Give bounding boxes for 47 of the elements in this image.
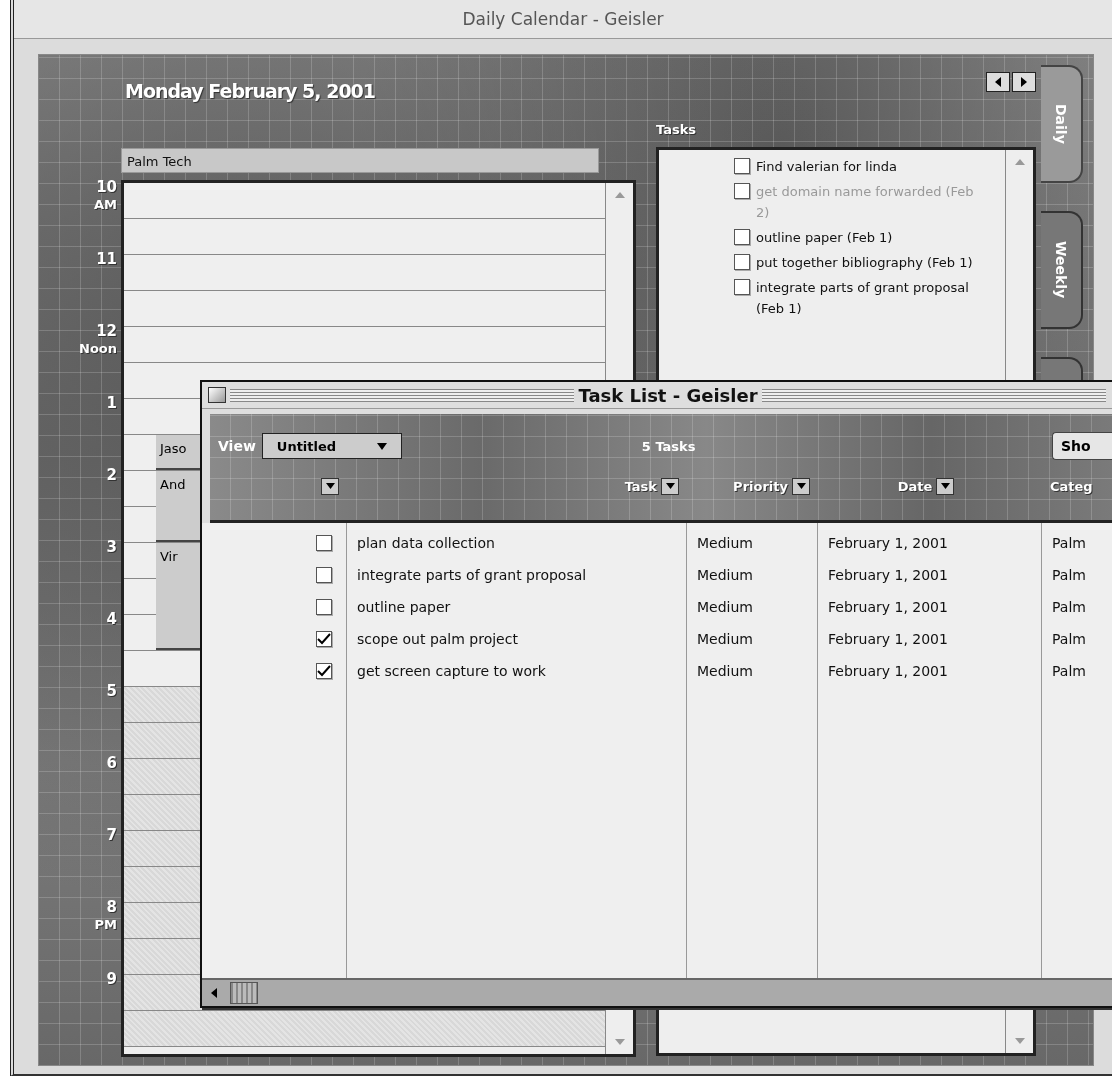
hour-label: 6: [105, 755, 117, 772]
table-cell: Medium: [697, 631, 753, 647]
hour-label: 10: [95, 179, 117, 196]
period-label: PM: [93, 916, 117, 933]
hour-label: 1: [105, 395, 117, 412]
table-cell: February 1, 2001: [828, 631, 948, 647]
table-cell: Palm: [1052, 535, 1086, 551]
table-cell: scope out palm project: [357, 631, 518, 647]
table-cell: Medium: [697, 567, 753, 583]
hour-label: 9: [105, 971, 117, 988]
table-cell: get screen capture to work: [357, 663, 546, 679]
table-cell: integrate parts of grant proposal: [357, 567, 587, 583]
table-cell: outline paper: [357, 599, 451, 615]
table-cell: plan data collection: [357, 535, 495, 551]
hour-label: 12: [95, 323, 117, 340]
tasks-label: Tasks: [656, 122, 698, 139]
date-heading: Monday February 5, 2001: [124, 80, 377, 104]
task-text: integrate parts of grant proposal (Feb 1): [756, 279, 970, 318]
table-cell: Palm: [1052, 567, 1086, 583]
period-label: AM: [93, 196, 117, 213]
task-count: 5 Tasks: [641, 438, 696, 454]
table-cell: February 1, 2001: [828, 567, 948, 583]
calendar-name-bar: Palm Tech: [121, 148, 599, 173]
table-cell: Palm: [1052, 599, 1086, 615]
hour-label: 11: [95, 251, 117, 268]
table-cell: Medium: [697, 599, 753, 615]
window-title: Daily Calendar - Geisler: [14, 0, 1112, 39]
table-cell: February 1, 2001: [828, 535, 948, 551]
hour-label: 5: [105, 683, 117, 700]
task-text: outline paper (Feb 1): [756, 229, 893, 247]
table-cell: Palm: [1052, 631, 1086, 647]
hour-label: 3: [105, 539, 117, 556]
hour-label: 4: [105, 611, 117, 628]
table-cell: Palm: [1052, 663, 1086, 679]
task-text: Find valerian for linda: [756, 158, 898, 176]
table-cell: February 1, 2001: [828, 663, 948, 679]
hour-label: 2: [105, 467, 117, 484]
view-label: View: [218, 438, 256, 454]
window-title: Task List - Geisler: [578, 384, 758, 406]
table-cell: Medium: [697, 535, 753, 551]
task-text: get domain name forwarded (Feb 2): [756, 183, 975, 222]
table-cell: February 1, 2001: [828, 599, 948, 615]
table-cell: Medium: [697, 663, 753, 679]
hour-label: 8: [105, 899, 117, 916]
period-label: Noon: [78, 340, 117, 357]
task-text: put together bibliography (Feb 1): [756, 254, 973, 272]
hour-label: 7: [105, 827, 117, 844]
